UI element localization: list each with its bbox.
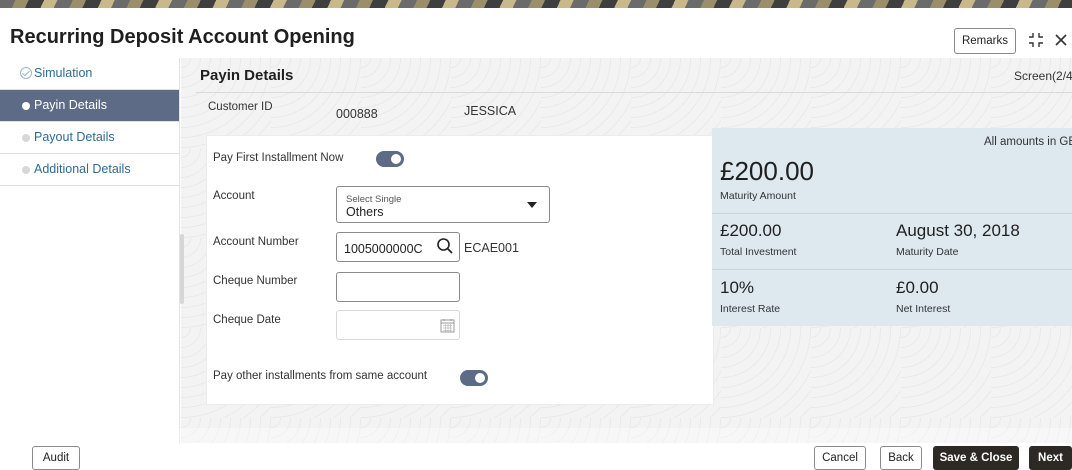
customer-id-label: Customer ID xyxy=(208,101,273,113)
pay-other-installments-label: Pay other installments from same account xyxy=(213,370,428,382)
search-icon[interactable] xyxy=(436,237,454,255)
back-button[interactable]: Back xyxy=(880,446,922,470)
cancel-button[interactable]: Cancel xyxy=(814,446,866,470)
payin-form-card xyxy=(206,135,714,405)
window-header: Recurring Deposit Account Opening Remark… xyxy=(0,8,1072,58)
customer-id-value: 000888 xyxy=(336,107,378,121)
page-title: Recurring Deposit Account Opening xyxy=(10,26,355,48)
completed-check-icon xyxy=(20,67,32,79)
account-label: Account xyxy=(213,190,255,202)
sidebar-resize-handle[interactable] xyxy=(180,234,184,304)
calendar-icon[interactable] xyxy=(440,318,455,333)
section-title: Payin Details xyxy=(200,67,294,84)
summary-divider xyxy=(712,213,1072,214)
currency-note: All amounts in GBP xyxy=(984,136,1072,148)
net-interest-label: Net Interest xyxy=(896,303,951,315)
maturity-date-label: Maturity Date xyxy=(896,246,959,258)
audit-button[interactable]: Audit xyxy=(32,446,80,470)
close-icon[interactable] xyxy=(1054,33,1068,47)
total-investment: £200.00 xyxy=(720,221,782,240)
interest-rate: 10% xyxy=(720,278,755,297)
maturity-date: August 30, 2018 xyxy=(896,221,1020,240)
step-dot-icon xyxy=(22,134,30,142)
pay-first-installment-label: Pay First Installment Now xyxy=(213,152,344,164)
customer-name: JESSICA xyxy=(464,104,517,118)
sidebar-nav: Simulation Payin Details Payout Details … xyxy=(0,58,180,443)
sidebar-item-simulation[interactable]: Simulation xyxy=(0,58,180,90)
sidebar-item-additional-details[interactable]: Additional Details xyxy=(0,154,180,186)
account-select-value: Others xyxy=(346,205,384,219)
pay-other-installments-toggle[interactable] xyxy=(460,370,488,386)
header-pattern-band xyxy=(0,0,1072,8)
cheque-number-label: Cheque Number xyxy=(213,275,298,287)
account-code: ECAE001 xyxy=(464,241,519,255)
next-button[interactable]: Next xyxy=(1029,446,1072,470)
section-divider xyxy=(196,92,1072,93)
sidebar-item-label: Simulation xyxy=(34,66,93,80)
maturity-amount-label: Maturity Amount xyxy=(720,190,796,202)
interest-rate-label: Interest Rate xyxy=(720,303,781,315)
collapse-icon[interactable] xyxy=(1028,32,1044,48)
summary-divider xyxy=(712,269,1072,270)
sidebar-item-payout-details[interactable]: Payout Details xyxy=(0,122,180,154)
account-select-placeholder: Select Single xyxy=(346,194,402,205)
account-select[interactable]: Select Single Others xyxy=(336,186,550,223)
cheque-date-label: Cheque Date xyxy=(213,314,281,326)
net-interest: £0.00 xyxy=(896,278,939,297)
sidebar-item-label: Payin Details xyxy=(34,98,107,112)
maturity-amount: £200.00 xyxy=(720,156,814,186)
account-number-value: 1005000000C xyxy=(344,242,423,256)
cheque-number-field[interactable] xyxy=(336,272,460,302)
total-investment-label: Total Investment xyxy=(720,246,797,258)
step-dot-icon xyxy=(22,102,30,110)
account-number-label: Account Number xyxy=(213,236,299,248)
sidebar-item-payin-details[interactable]: Payin Details xyxy=(0,90,180,122)
chevron-down-icon xyxy=(527,202,537,208)
save-and-close-button[interactable]: Save & Close xyxy=(933,446,1019,470)
screen-indicator: Screen(2/4 xyxy=(1014,69,1072,83)
sidebar-item-label: Payout Details xyxy=(34,130,115,144)
remarks-button[interactable]: Remarks xyxy=(954,28,1016,54)
pay-first-installment-toggle[interactable] xyxy=(376,151,404,167)
step-dot-icon xyxy=(22,166,30,174)
sidebar-item-label: Additional Details xyxy=(34,162,131,176)
